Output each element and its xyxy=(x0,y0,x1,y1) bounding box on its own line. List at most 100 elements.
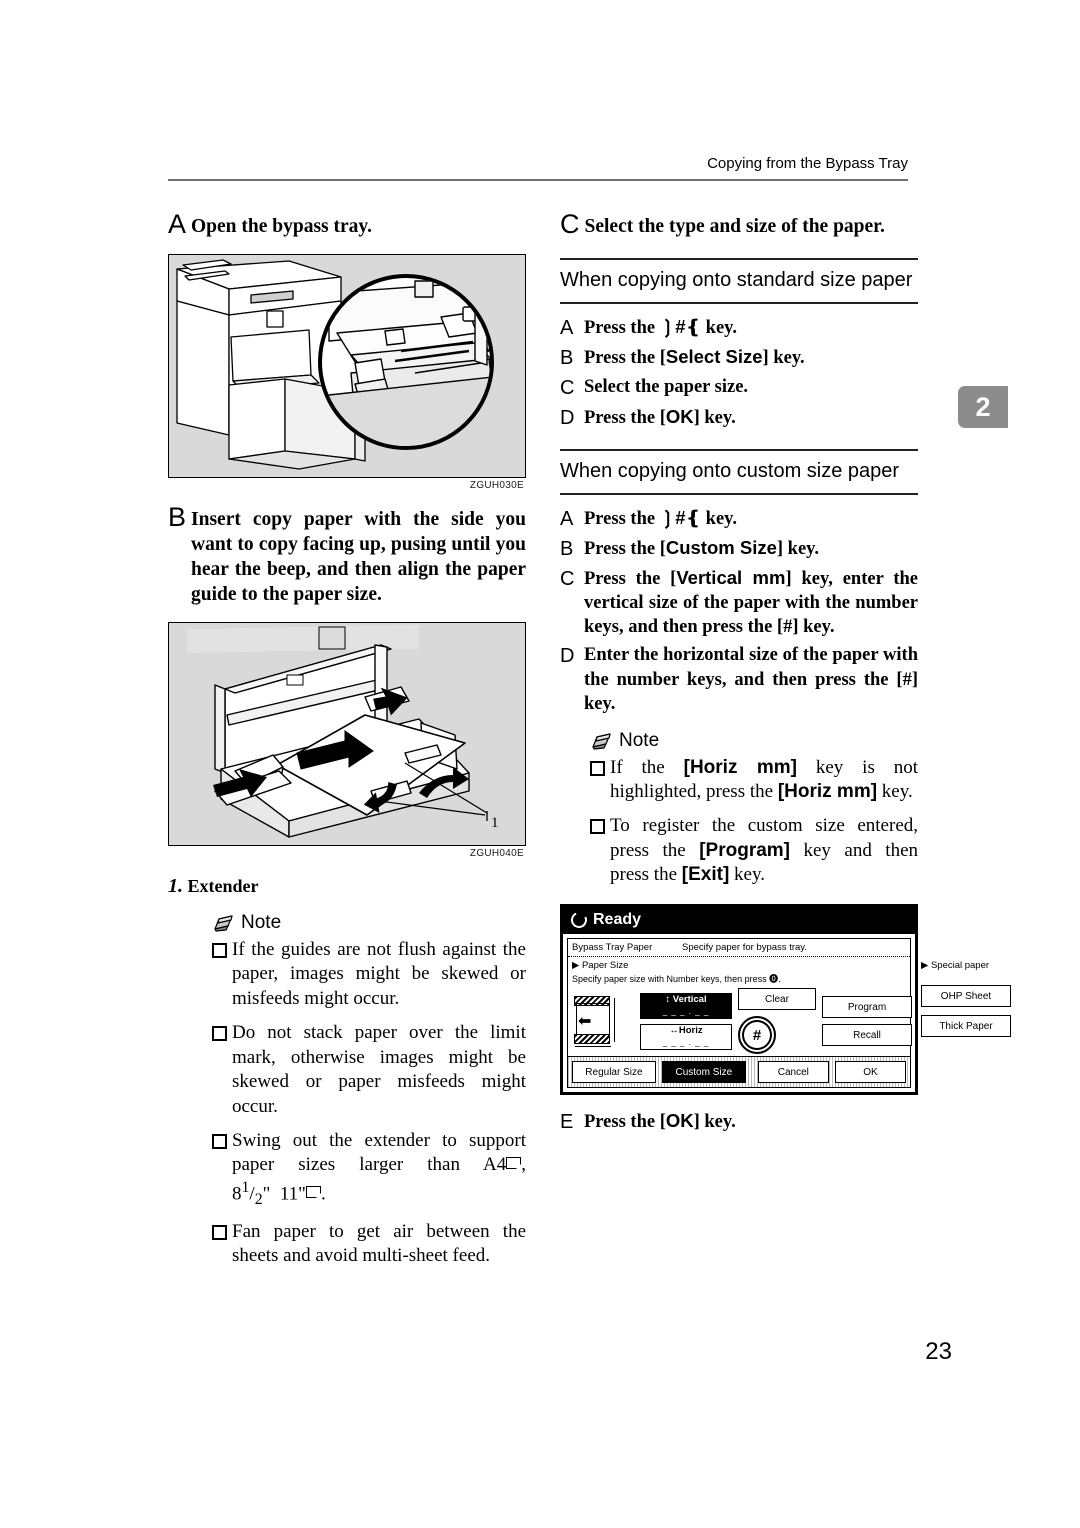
figure-2-illustration: 1 xyxy=(169,622,525,845)
substep-post: key. xyxy=(701,509,738,530)
lcd-clear-button[interactable]: Clear xyxy=(738,988,816,1011)
diagram-arrow-icon: ⬅ xyxy=(578,1013,592,1031)
left-column: A Open the bypass tray. ZGUH030E B Inser… xyxy=(168,211,526,1278)
figure-2-frame: 1 xyxy=(168,621,526,846)
inch-mark: " xyxy=(262,1183,271,1205)
note-text-lead: Swing out the extender to support paper … xyxy=(232,1129,526,1176)
lcd-ohp-sheet-button[interactable]: OHP Sheet xyxy=(921,985,1011,1008)
note-bullet-icon xyxy=(212,1025,232,1041)
note-key: [Horiz mm] xyxy=(683,756,797,778)
note-seg: key. xyxy=(877,781,913,803)
lcd-horiz-key-value: _ _ _ . _ _ xyxy=(662,1037,710,1047)
figure-2-code: ZGUH040E xyxy=(469,847,524,859)
substep-key: Custom Size xyxy=(665,537,777,559)
page-number: 23 xyxy=(925,1338,952,1365)
substep-key: # xyxy=(675,316,686,338)
lcd-size-entry-row: ⬅ ↕ Vertical _ _ _ . _ _ ↔Horiz _ _ _ . … xyxy=(572,988,912,1055)
substep-pre: Press the xyxy=(584,318,660,339)
header-rule xyxy=(168,179,908,181)
substep: A Press the ❳#❴ key. xyxy=(560,506,918,532)
note-text: Fan paper to get air between the sheets … xyxy=(232,1220,526,1267)
note-bullet-icon xyxy=(212,1224,232,1240)
substep-post: ] key. xyxy=(776,539,820,560)
substep-letter: A xyxy=(560,317,574,340)
step-c-marker: C xyxy=(560,209,580,239)
step-a-text: Open the bypass tray. xyxy=(191,216,372,237)
substep-letter: B xyxy=(560,538,574,561)
figure-1-illustration xyxy=(169,254,525,477)
diagram-vertical-tick xyxy=(614,998,615,1043)
substep-text: Press the [Select Size] key. xyxy=(584,345,918,370)
section-standard-size: When copying onto standard size paper xyxy=(560,257,918,305)
substep-text: Press the [Custom Size] key. xyxy=(584,536,918,561)
lcd-vertical-key-value: _ _ _ . _ _ xyxy=(662,1006,710,1016)
substep: D Enter the horizontal size of the paper… xyxy=(560,643,918,715)
section-standard-title: When copying onto standard size paper xyxy=(560,268,913,291)
substep: C Press the [Vertical mm] key, enter the… xyxy=(560,566,918,639)
right-column: C Select the type and size of the paper.… xyxy=(560,209,1011,1139)
substep-text: Press the ❳#❴ key. xyxy=(584,315,918,340)
note-text: Do not stack paper over the limit mark, … xyxy=(232,1021,526,1117)
note-key: [Horiz mm] xyxy=(777,781,878,803)
substep-key: Vertical mm xyxy=(676,567,786,589)
running-header: Copying from the Bypass Tray xyxy=(707,155,908,172)
substep-text: Select the paper size. xyxy=(584,377,749,398)
lcd-paper-size-label: ▶ Paper Size xyxy=(572,960,629,972)
lcd-status-text: Ready xyxy=(593,911,642,929)
substep: C Select the paper size. xyxy=(560,375,918,401)
substep: B Press the [Custom Size] key. xyxy=(560,536,918,562)
substep: B Press the [Select Size] key. xyxy=(560,345,918,371)
note-list-left: If the guides are not flush against the … xyxy=(212,938,526,1269)
substep-pre: Press the [ xyxy=(584,569,677,590)
lcd-cancel-button[interactable]: Cancel xyxy=(757,1061,829,1084)
figure-bypass-tray-open: ZGUH030E xyxy=(168,253,526,491)
lcd-dimension-keys: ↕ Vertical _ _ _ . _ _ ↔Horiz _ _ _ . _ … xyxy=(640,992,732,1050)
substep-pre: Press the xyxy=(584,509,660,530)
note-item: If the guides are not flush against the … xyxy=(212,938,526,1012)
substep-letter: C xyxy=(560,377,575,400)
lcd-custom-size-tab[interactable]: Custom Size xyxy=(661,1061,746,1084)
section-custom-title: When copying onto custom size paper xyxy=(560,460,900,483)
note-item: Fan paper to get air between the sheets … xyxy=(212,1220,526,1269)
lcd-ok-button[interactable]: OK xyxy=(834,1061,906,1084)
substep-post: ] key. xyxy=(693,408,736,429)
substep-key: Select Size xyxy=(665,346,763,368)
paper-size-11in: 11" xyxy=(279,1183,306,1205)
note-bullet-icon xyxy=(212,942,232,958)
substep-pre: Press the [ xyxy=(584,408,666,429)
substep-pre: Press the [ xyxy=(584,348,666,369)
lcd-panel: Ready Bypass Tray Paper Specify paper fo… xyxy=(560,904,1011,1096)
note-item: To register the custom size entered, pre… xyxy=(590,814,918,888)
substep-letter: C xyxy=(560,568,575,591)
substep-e: E Press the [OK] key. xyxy=(560,1109,918,1135)
lcd-thick-paper-button[interactable]: Thick Paper xyxy=(921,1015,1011,1038)
note-bullet-icon xyxy=(590,760,610,776)
fraction-denominator: 2 xyxy=(254,1191,263,1209)
lcd-horiz-key[interactable]: ↔Horiz _ _ _ . _ _ xyxy=(640,1023,732,1050)
note-text-horiz: If the [Horiz mm] key is not highlighted… xyxy=(610,756,918,805)
landscape-icon xyxy=(506,1157,522,1170)
step-c-heading: C Select the type and size of the paper. xyxy=(560,209,918,240)
lcd-hash-key[interactable]: # xyxy=(738,1016,776,1055)
callout-extender: 1. Extender xyxy=(168,875,526,898)
lcd-regular-size-tab[interactable]: Regular Size xyxy=(572,1061,656,1084)
substep-letter: D xyxy=(560,407,575,430)
fraction-numerator: 1 xyxy=(241,1178,250,1196)
step-b-text: Insert copy paper with the side you want… xyxy=(191,508,526,605)
step-b-heading: B Insert copy paper with the side you wa… xyxy=(168,504,526,608)
lcd-recall-button[interactable]: Recall xyxy=(822,1024,912,1047)
note-heading-right: Note xyxy=(590,730,918,752)
note-seg: If the xyxy=(610,756,684,778)
note-heading-left: Note xyxy=(212,912,526,934)
figure-2-callout-number: 1 xyxy=(491,815,499,831)
substep-post: key. xyxy=(701,318,738,339)
substep: A Press the ❳#❴ key. xyxy=(560,315,918,341)
note-text-register: To register the custom size entered, pre… xyxy=(610,814,918,888)
substep-text: Press the [OK] key. xyxy=(584,405,918,430)
pencil-icon xyxy=(212,914,236,932)
lcd-special-paper-label: ▶ Special paper xyxy=(921,960,990,972)
substep-letter: B xyxy=(560,347,574,370)
lcd-program-button[interactable]: Program xyxy=(822,996,912,1019)
lcd-vertical-key[interactable]: ↕ Vertical _ _ _ . _ _ xyxy=(640,992,732,1019)
substep-text: Enter the horizontal size of the paper w… xyxy=(584,645,918,714)
